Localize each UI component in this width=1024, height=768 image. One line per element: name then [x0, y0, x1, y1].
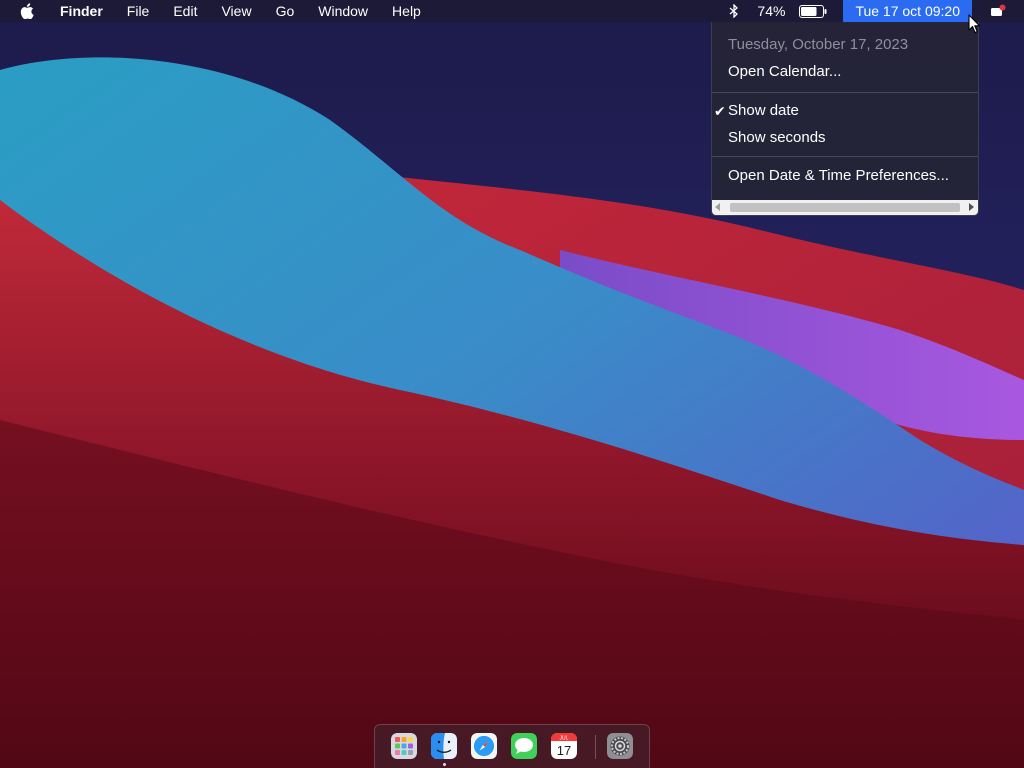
bluetooth-icon — [729, 4, 739, 18]
finder-running-indicator — [443, 763, 446, 766]
menu-window[interactable]: Window — [306, 0, 380, 22]
battery-status[interactable] — [791, 0, 835, 22]
battery-percentage[interactable]: 74% — [747, 0, 791, 22]
menu-edit[interactable]: Edit — [161, 0, 209, 22]
menu-bar-clock[interactable]: Tue 17 oct 09:20 — [843, 0, 972, 22]
show-seconds-item[interactable]: Show seconds — [728, 127, 826, 149]
calendar-icon-day: 17 — [557, 743, 571, 758]
checkmark-icon: ✔ — [714, 103, 726, 119]
scroll-right-arrow-icon[interactable] — [969, 203, 974, 211]
dock: JUL 17 — [374, 724, 650, 768]
open-calendar-item[interactable]: Open Calendar... — [728, 61, 841, 83]
menu-bar: Finder File Edit View Go Window Help 74%… — [0, 0, 1024, 22]
menu-help[interactable]: Help — [380, 0, 433, 22]
menu-file[interactable]: File — [115, 0, 162, 22]
battery-icon — [799, 4, 827, 18]
menu-separator — [712, 92, 978, 93]
scrollbar-thumb[interactable] — [730, 203, 960, 212]
bluetooth-status[interactable] — [721, 0, 747, 22]
menu-app-finder[interactable]: Finder — [48, 0, 115, 22]
messages-icon[interactable] — [511, 733, 537, 759]
apple-menu-button[interactable] — [0, 0, 48, 22]
date-header: Tuesday, October 17, 2023 — [728, 36, 909, 53]
system-preferences-icon[interactable] — [607, 733, 633, 759]
menu-separator — [712, 156, 978, 157]
apple-icon — [20, 3, 34, 19]
menu-view[interactable]: View — [209, 0, 263, 22]
notification-center-icon — [991, 4, 1006, 16]
launchpad-icon[interactable] — [391, 733, 417, 759]
open-date-time-preferences-item[interactable]: Open Date & Time Preferences... — [728, 165, 949, 187]
calendar-icon[interactable]: JUL 17 — [551, 733, 577, 759]
scroll-left-arrow-icon[interactable] — [715, 203, 720, 211]
show-date-item[interactable]: ✔ Show date — [714, 100, 799, 122]
safari-icon[interactable] — [471, 733, 497, 759]
dock-separator — [595, 735, 596, 759]
finder-icon[interactable] — [431, 733, 457, 759]
show-date-label: Show date — [728, 102, 799, 119]
menu-go[interactable]: Go — [264, 0, 307, 22]
mouse-cursor-icon — [968, 14, 981, 34]
calendar-icon-month: JUL — [560, 736, 569, 742]
clock-dropdown-menu: Tuesday, October 17, 2023 Open Calendar.… — [711, 22, 979, 216]
horizontal-scrollbar[interactable] — [712, 200, 978, 215]
